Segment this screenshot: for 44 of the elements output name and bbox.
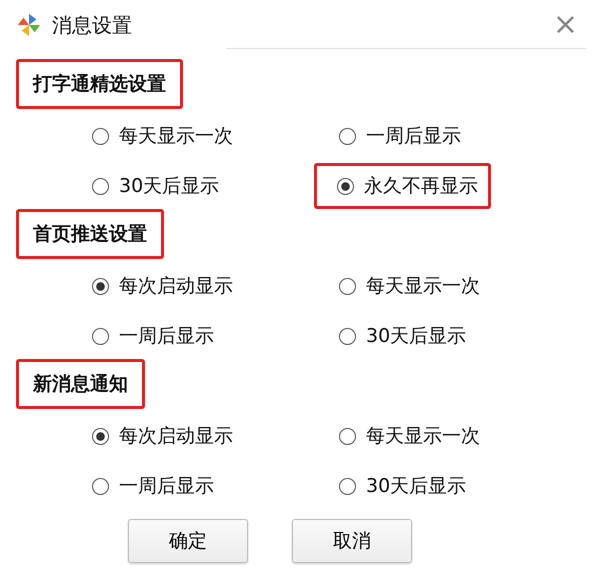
radio-option[interactable]: 每次启动显示 bbox=[89, 413, 246, 459]
radio-label: 永久不再显示 bbox=[364, 174, 478, 199]
radio-button[interactable] bbox=[92, 128, 109, 144]
section-heading: 打字通精选设置 bbox=[16, 59, 183, 109]
radio-option[interactable]: 一周后显示 bbox=[336, 113, 474, 159]
radio-option[interactable]: 每天显示一次 bbox=[336, 413, 493, 459]
radio-option[interactable]: 30天后显示 bbox=[336, 313, 480, 359]
radio-option[interactable]: 每次启动显示 bbox=[89, 263, 246, 309]
radio-option[interactable]: 一周后显示 bbox=[89, 463, 227, 509]
radio-button[interactable] bbox=[92, 178, 109, 194]
radio-button[interactable] bbox=[92, 478, 109, 494]
radio-button[interactable] bbox=[92, 328, 109, 344]
radio-button[interactable] bbox=[339, 328, 356, 344]
radio-label: 30天后显示 bbox=[366, 324, 466, 349]
window-title: 消息设置 bbox=[52, 12, 132, 38]
radio-button[interactable] bbox=[339, 128, 356, 144]
radio-label: 一周后显示 bbox=[119, 324, 214, 349]
radio-option[interactable]: 每天显示一次 bbox=[89, 113, 246, 159]
dialog-button[interactable]: 确定 bbox=[128, 519, 248, 563]
close-button[interactable]: × bbox=[544, 10, 586, 40]
radio-button[interactable] bbox=[339, 428, 356, 444]
radio-option[interactable]: 30天后显示 bbox=[336, 463, 480, 509]
radio-option[interactable]: 30天后显示 bbox=[89, 163, 232, 209]
radio-label: 一周后显示 bbox=[119, 474, 214, 499]
radio-label: 每次启动显示 bbox=[119, 274, 233, 299]
pinwheel-logo-icon bbox=[16, 12, 42, 38]
radio-button[interactable] bbox=[337, 178, 354, 194]
section-heading: 新消息通知 bbox=[16, 359, 145, 409]
radio-label: 一周后显示 bbox=[366, 124, 461, 149]
radio-option[interactable]: 每天显示一次 bbox=[336, 263, 493, 309]
radio-label: 每天显示一次 bbox=[366, 274, 480, 299]
dialog-button[interactable]: 取消 bbox=[292, 519, 412, 563]
radio-option[interactable]: 一周后显示 bbox=[89, 313, 227, 359]
radio-button[interactable] bbox=[339, 478, 356, 494]
radio-label: 30天后显示 bbox=[366, 474, 466, 499]
radio-label: 每天显示一次 bbox=[119, 124, 233, 149]
radio-label: 每次启动显示 bbox=[119, 424, 233, 449]
radio-button[interactable] bbox=[92, 428, 109, 444]
radio-label: 30天后显示 bbox=[119, 174, 220, 199]
highlighted-radio-option[interactable]: 永久不再显示 bbox=[314, 163, 491, 209]
radio-button[interactable] bbox=[339, 278, 356, 294]
section-heading: 首页推送设置 bbox=[16, 209, 164, 259]
radio-button[interactable] bbox=[92, 278, 109, 294]
radio-label: 每天显示一次 bbox=[366, 424, 480, 449]
